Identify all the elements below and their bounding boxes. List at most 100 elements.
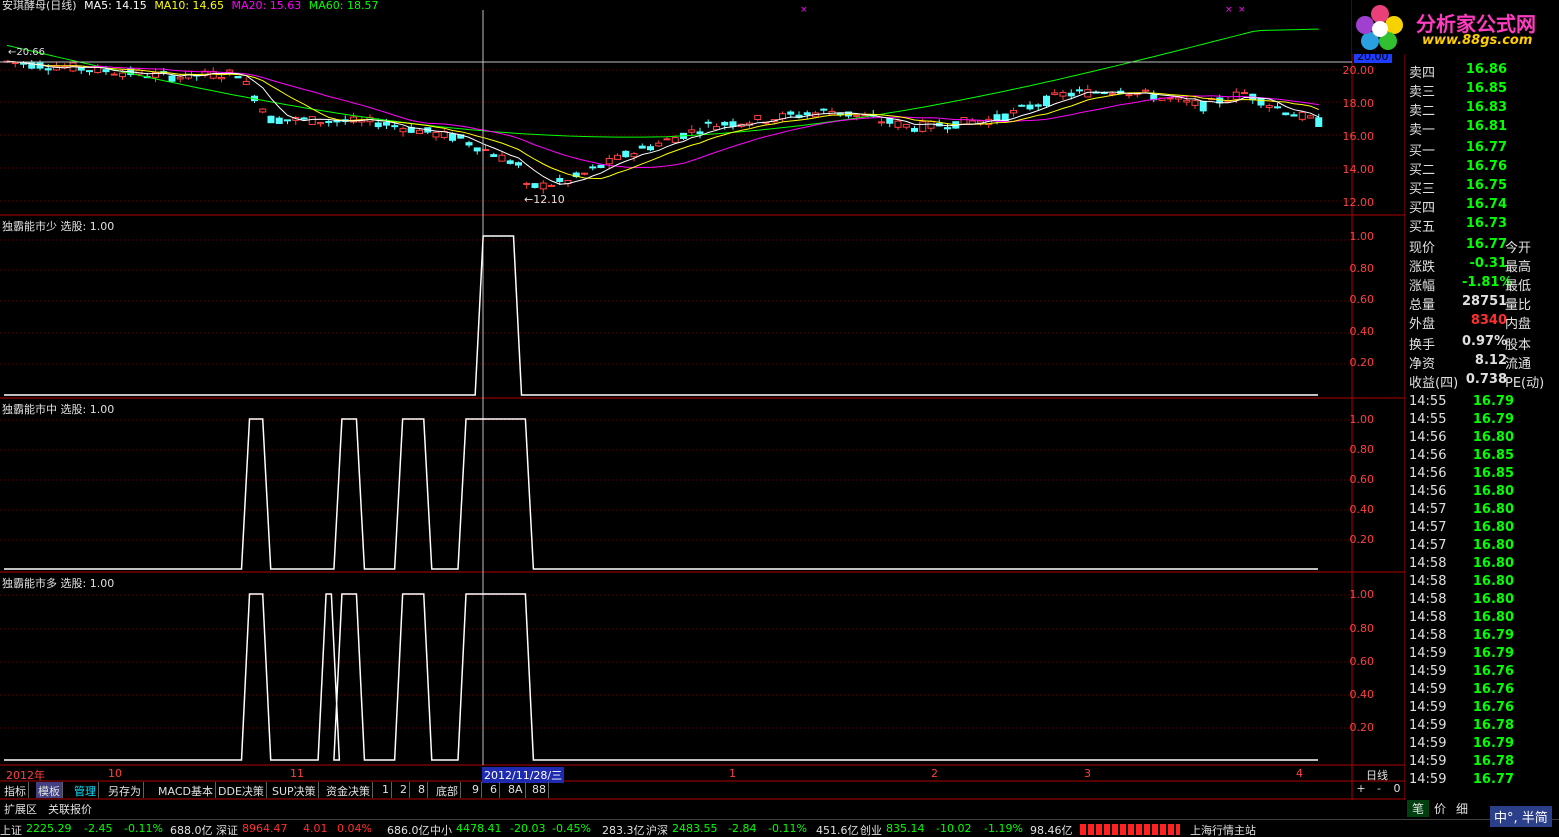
- quote-key2: 最低: [1505, 279, 1532, 294]
- tick-price: 16.85: [1472, 448, 1514, 463]
- toolbar-button[interactable]: 底部: [434, 782, 461, 798]
- low-annotation: ←12.10: [524, 193, 565, 206]
- toolbar-button[interactable]: 管理: [72, 782, 99, 798]
- axis-tick: 0.80: [1349, 622, 1375, 635]
- candle-body: [1282, 112, 1290, 116]
- axis-tick: 0.40: [1349, 688, 1375, 701]
- tick-row: 14:56 16.80: [1407, 483, 1559, 501]
- toolbar-button[interactable]: 2: [398, 782, 410, 798]
- tab-detail[interactable]: 细: [1451, 800, 1473, 817]
- tick-row: 14:59 16.79: [1407, 645, 1559, 663]
- axis-tick: 0.20: [1349, 533, 1375, 546]
- tick-price: 16.77: [1472, 772, 1514, 787]
- date-label: 10: [108, 767, 122, 780]
- tick-price: 16.80: [1472, 430, 1514, 445]
- candle-body: [119, 72, 126, 78]
- zx-amount: 283.3亿: [602, 824, 645, 837]
- axis-tick: 1.00: [1349, 230, 1375, 243]
- tick-time: 14:59: [1409, 682, 1447, 697]
- tab-related-quotes[interactable]: 关联报价: [48, 801, 92, 817]
- tick-row: 14:58 16.80: [1407, 609, 1559, 627]
- marker-icon: ×: [1225, 5, 1233, 15]
- cy-change: -10.02: [936, 822, 972, 835]
- tick-time: 14:56: [1409, 448, 1447, 463]
- toolbar-button[interactable]: 指标: [2, 782, 29, 798]
- toolbar-button[interactable]: DDE决策: [216, 782, 267, 798]
- tick-row: 14:59 16.77: [1407, 771, 1559, 789]
- buy-level-3: 买三 16.75: [1407, 177, 1559, 197]
- quote-key: 现价: [1409, 241, 1436, 256]
- candle-body: [473, 147, 481, 152]
- candle-body: [226, 69, 234, 73]
- toolbar-button[interactable]: 1: [380, 782, 392, 798]
- fund-key: 换手: [1409, 338, 1436, 353]
- sell-label: 卖四: [1409, 66, 1436, 81]
- sell-label: 卖一: [1409, 123, 1436, 138]
- zx-name: 中小: [430, 824, 452, 837]
- candle-body: [1315, 117, 1323, 127]
- sh-amount: 688.0亿: [170, 824, 213, 837]
- toolbar-button[interactable]: 6: [488, 782, 500, 798]
- tick-row: 14:58 16.80: [1407, 573, 1559, 591]
- toolbar-button[interactable]: 9: [470, 782, 482, 798]
- chart-canvas[interactable]: × × ×: [0, 0, 1405, 800]
- tick-time: 14:57: [1409, 520, 1447, 535]
- toolbar-button[interactable]: SUP决策: [270, 782, 319, 798]
- zoom-out-button[interactable]: -: [1370, 782, 1388, 795]
- candle-body: [663, 138, 671, 141]
- tick-row: 14:56 16.85: [1407, 465, 1559, 483]
- tick-row: 14:58 16.80: [1407, 591, 1559, 609]
- toolbar-button[interactable]: 资金决策: [324, 782, 373, 798]
- candle-body: [383, 122, 390, 126]
- axis-tick: 0.60: [1349, 473, 1375, 486]
- toolbar-button[interactable]: 模板: [36, 782, 63, 798]
- market-strength-icon: [1080, 824, 1180, 835]
- ma10-line: [6, 60, 1319, 180]
- station-name[interactable]: 上海行情主站: [1190, 822, 1256, 837]
- reset-button[interactable]: 0: [1388, 782, 1406, 795]
- toolbar-button[interactable]: 8: [416, 782, 428, 798]
- tab-price[interactable]: 价: [1429, 800, 1451, 817]
- tick-price: 16.79: [1472, 646, 1514, 661]
- candle-body: [1034, 104, 1042, 107]
- candle-body: [176, 76, 184, 80]
- toolbar-button[interactable]: 另存为: [106, 782, 144, 798]
- tab-trade-detail[interactable]: 笔: [1407, 800, 1429, 817]
- candle-body: [449, 133, 456, 141]
- fund-key2: 流通: [1505, 357, 1532, 372]
- tick-price: 16.80: [1472, 610, 1514, 625]
- cy-pct: -1.19%: [984, 822, 1023, 835]
- price-tick: 16.00: [1342, 130, 1375, 143]
- candle-body: [1043, 95, 1050, 107]
- tick-price: 16.80: [1472, 538, 1514, 553]
- toolbar-button[interactable]: 88: [530, 782, 549, 798]
- cy-name: 创业: [860, 824, 882, 837]
- quote-value: 16.77: [1465, 237, 1507, 252]
- toolbar-button[interactable]: 8A: [506, 782, 526, 798]
- candle-body: [242, 80, 250, 85]
- date-label: 2: [931, 767, 938, 780]
- toolbar-button[interactable]: MACD基本: [156, 782, 216, 798]
- tick-row: 14:57 16.80: [1407, 501, 1559, 519]
- tick-time: 14:58: [1409, 628, 1447, 643]
- sh-change: -2.45: [84, 822, 113, 835]
- tick-row: 14:59 16.79: [1407, 735, 1559, 753]
- zoom-in-button[interactable]: +: [1352, 782, 1370, 795]
- candle-body: [853, 114, 861, 117]
- candle-body: [597, 164, 605, 169]
- ime-indicator[interactable]: 中°, 半简: [1490, 806, 1552, 827]
- candle-body: [1076, 89, 1083, 92]
- right-tabs: 笔价细: [1407, 800, 1473, 817]
- signal-line-duo: [4, 593, 1318, 761]
- candle-body: [391, 125, 399, 128]
- tick-time: 14:58: [1409, 592, 1447, 607]
- tick-price: 16.80: [1472, 520, 1514, 535]
- candle-body: [754, 114, 762, 121]
- candle-body: [548, 184, 555, 187]
- tab-extension-area[interactable]: 扩展区: [4, 801, 37, 817]
- candle-body: [1067, 92, 1075, 97]
- tick-row: 14:58 16.80: [1407, 555, 1559, 573]
- candle-body: [1232, 91, 1240, 100]
- tick-time: 14:59: [1409, 754, 1447, 769]
- candle-body: [721, 121, 729, 126]
